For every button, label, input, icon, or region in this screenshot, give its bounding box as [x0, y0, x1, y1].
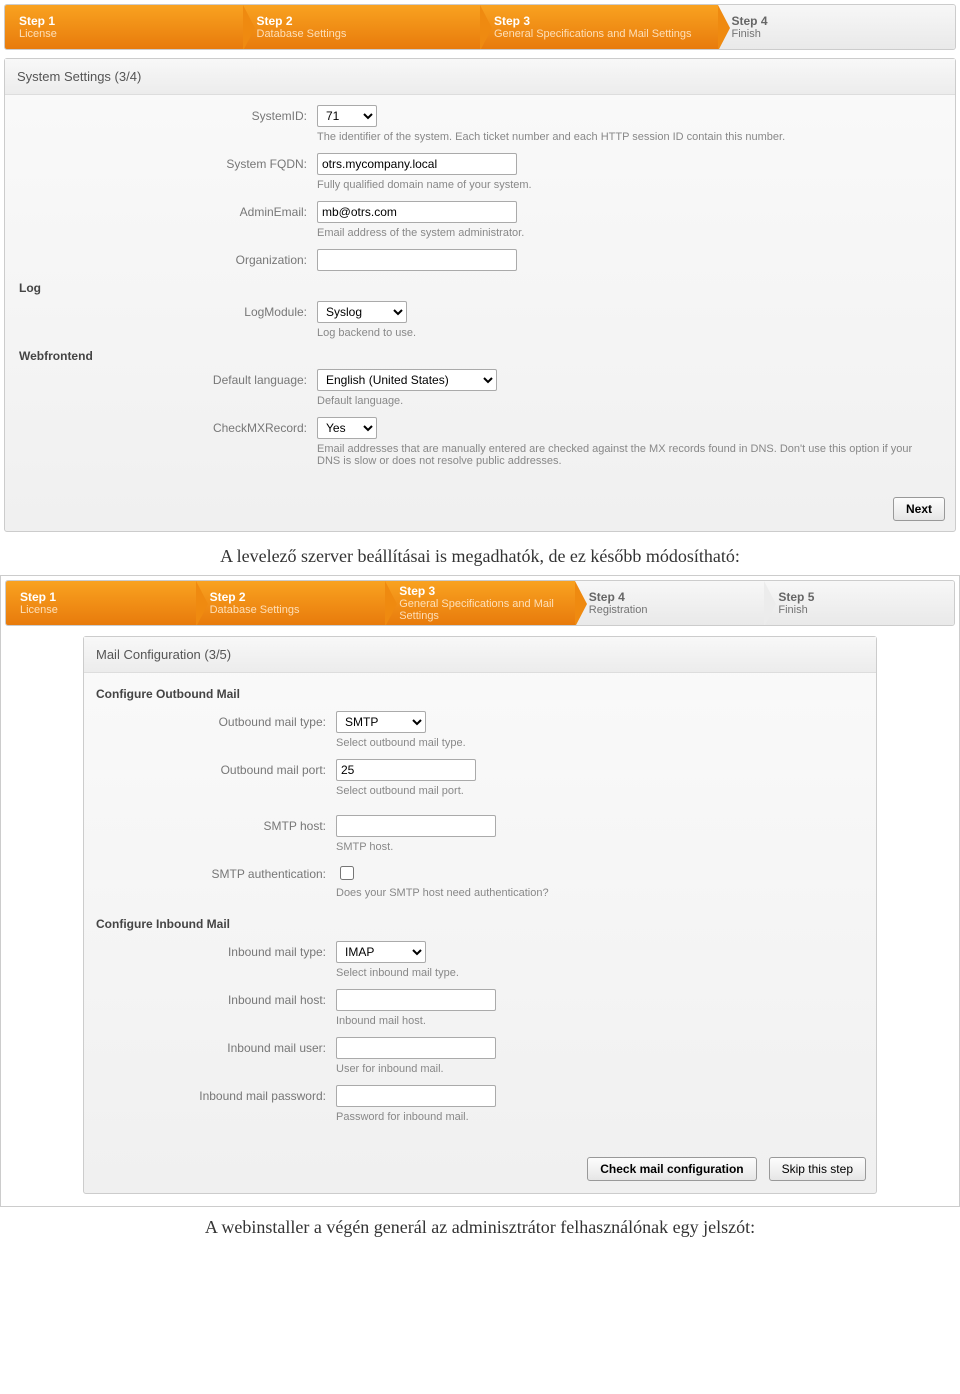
- skip-step-button[interactable]: Skip this step: [769, 1157, 866, 1181]
- wizard2-step-5[interactable]: Step 5 Finish: [764, 581, 954, 625]
- step-subtitle: General Specifications and Mail Settings: [494, 28, 708, 40]
- label-organization: Organization:: [17, 249, 317, 267]
- inbound-user-input[interactable]: [336, 1037, 496, 1059]
- inbound-pass-input[interactable]: [336, 1085, 496, 1107]
- wizard2-step-2[interactable]: Step 2 Database Settings: [196, 581, 386, 625]
- hint-inbound-host: Inbound mail host.: [336, 1015, 864, 1027]
- wizard-step-1[interactable]: Step 1 License: [5, 5, 243, 49]
- hint-inbound-user: User for inbound mail.: [336, 1063, 864, 1075]
- hint-defaultlang: Default language.: [317, 395, 937, 407]
- label-inbound-host: Inbound mail host:: [96, 989, 336, 1007]
- caption-text-1: A levelező szerver beállításai is megadh…: [0, 536, 960, 575]
- section-webfrontend: Webfrontend: [17, 349, 943, 363]
- wizard-step-2[interactable]: Step 2 Database Settings: [243, 5, 481, 49]
- hint-systemid: The identifier of the system. Each ticke…: [317, 131, 937, 143]
- section-log: Log: [17, 281, 943, 295]
- label-outbound-port: Outbound mail port:: [96, 759, 336, 777]
- step-title: Step 1: [19, 14, 233, 28]
- label-smtp-auth: SMTP authentication:: [96, 863, 336, 881]
- section-outbound: Configure Outbound Mail: [96, 687, 864, 701]
- inbound-type-select[interactable]: IMAP: [336, 941, 426, 963]
- label-logmodule: LogModule:: [17, 301, 317, 319]
- step-subtitle: Finish: [732, 28, 946, 40]
- step-title: Step 4: [589, 590, 755, 604]
- step-title: Step 3: [494, 14, 708, 28]
- panel2-title: Mail Configuration (3/5): [84, 637, 876, 673]
- adminemail-input[interactable]: [317, 201, 517, 223]
- hint-adminemail: Email address of the system administrato…: [317, 227, 937, 239]
- step-subtitle: Database Settings: [210, 604, 376, 616]
- organization-input[interactable]: [317, 249, 517, 271]
- step-subtitle: Database Settings: [257, 28, 471, 40]
- step-subtitle: License: [20, 604, 186, 616]
- check-mail-config-button[interactable]: Check mail configuration: [587, 1157, 756, 1181]
- step-title: Step 1: [20, 590, 186, 604]
- wizard-steps-1: Step 1 License Step 2 Database Settings …: [4, 4, 956, 50]
- label-smtp-host: SMTP host:: [96, 815, 336, 833]
- hint-logmodule: Log backend to use.: [317, 327, 937, 339]
- wizard2-step-3[interactable]: Step 3 General Specifications and Mail S…: [385, 581, 575, 625]
- system-settings-panel: System Settings (3/4) SystemID: 71 The i…: [4, 58, 956, 532]
- next-button[interactable]: Next: [893, 497, 945, 521]
- label-adminemail: AdminEmail:: [17, 201, 317, 219]
- wizard-step-3[interactable]: Step 3 General Specifications and Mail S…: [480, 5, 718, 49]
- step-subtitle: License: [19, 28, 233, 40]
- label-checkmx: CheckMXRecord:: [17, 417, 317, 435]
- hint-smtp-host: SMTP host.: [336, 841, 864, 853]
- outbound-port-input[interactable]: [336, 759, 476, 781]
- checkmx-select[interactable]: Yes: [317, 417, 377, 439]
- section-inbound: Configure Inbound Mail: [96, 917, 864, 931]
- step-title: Step 5: [778, 590, 944, 604]
- wizard-step-4[interactable]: Step 4 Finish: [718, 5, 956, 49]
- caption-text-2: A webinstaller a végén generál az admini…: [0, 1207, 960, 1246]
- step-title: Step 4: [732, 14, 946, 28]
- hint-inbound-pass: Password for inbound mail.: [336, 1111, 864, 1123]
- defaultlang-select[interactable]: English (United States): [317, 369, 497, 391]
- label-inbound-user: Inbound mail user:: [96, 1037, 336, 1055]
- panel-title: System Settings (3/4): [5, 59, 955, 95]
- smtp-host-input[interactable]: [336, 815, 496, 837]
- wizard2-step-4[interactable]: Step 4 Registration: [575, 581, 765, 625]
- label-systemid: SystemID:: [17, 105, 317, 123]
- label-inbound-type: Inbound mail type:: [96, 941, 336, 959]
- label-outbound-type: Outbound mail type:: [96, 711, 336, 729]
- hint-checkmx: Email addresses that are manually entere…: [317, 443, 937, 467]
- label-fqdn: System FQDN:: [17, 153, 317, 171]
- step-title: Step 3: [399, 584, 565, 598]
- step-subtitle: General Specifications and Mail Settings: [399, 598, 565, 622]
- logmodule-select[interactable]: Syslog: [317, 301, 407, 323]
- label-inbound-pass: Inbound mail password:: [96, 1085, 336, 1103]
- smtp-auth-checkbox[interactable]: [340, 866, 354, 880]
- wizard-steps-2: Step 1 License Step 2 Database Settings …: [5, 580, 955, 626]
- hint-inbound-type: Select inbound mail type.: [336, 967, 864, 979]
- step-subtitle: Registration: [589, 604, 755, 616]
- fqdn-input[interactable]: [317, 153, 517, 175]
- inbound-host-input[interactable]: [336, 989, 496, 1011]
- step-title: Step 2: [257, 14, 471, 28]
- hint-smtp-auth: Does your SMTP host need authentication?: [336, 887, 864, 899]
- step-title: Step 2: [210, 590, 376, 604]
- outbound-type-select[interactable]: SMTP: [336, 711, 426, 733]
- hint-outbound-type: Select outbound mail type.: [336, 737, 864, 749]
- hint-fqdn: Fully qualified domain name of your syst…: [317, 179, 937, 191]
- label-defaultlang: Default language:: [17, 369, 317, 387]
- mail-config-panel: Mail Configuration (3/5) Configure Outbo…: [83, 636, 877, 1194]
- hint-outbound-port: Select outbound mail port.: [336, 785, 864, 797]
- wizard2-step-1[interactable]: Step 1 License: [6, 581, 196, 625]
- step-subtitle: Finish: [778, 604, 944, 616]
- systemid-select[interactable]: 71: [317, 105, 377, 127]
